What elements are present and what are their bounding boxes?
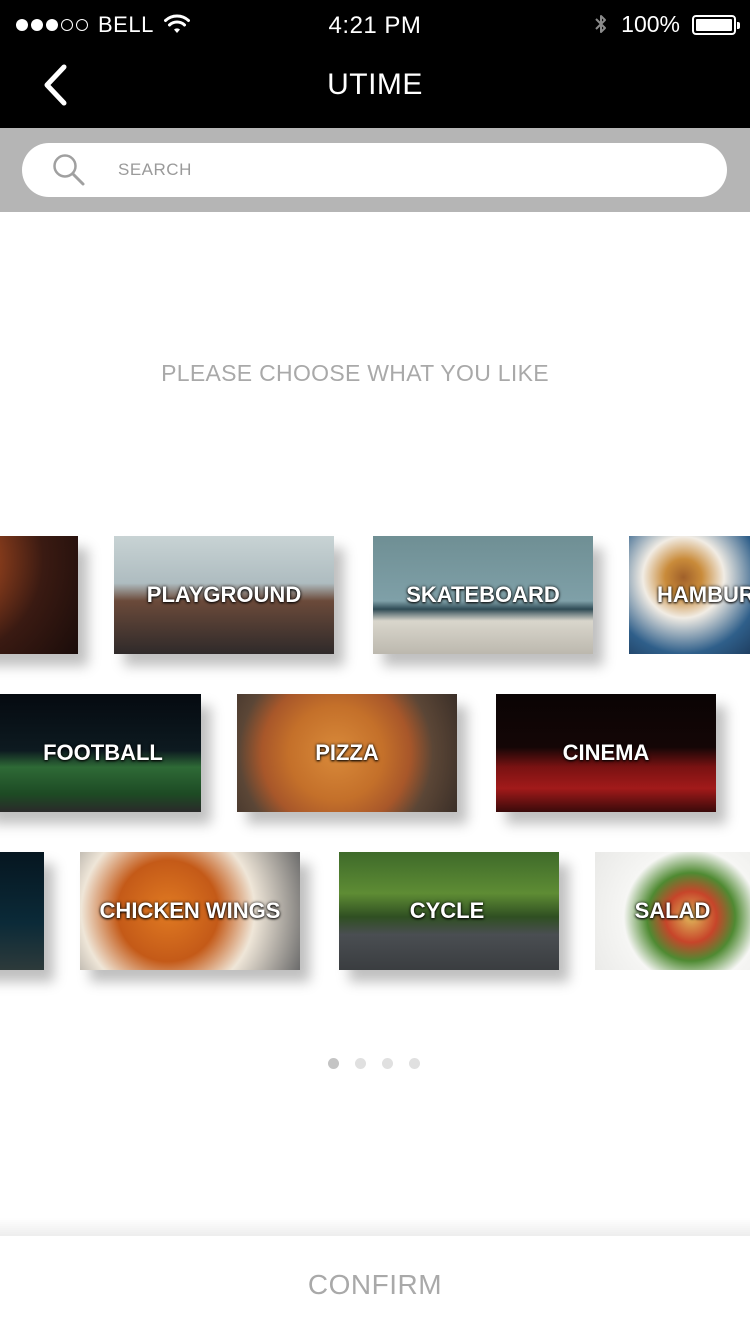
category-label: CYCLE bbox=[409, 898, 485, 923]
category-label: HAMBURGER bbox=[657, 582, 750, 607]
category-tile-night[interactable] bbox=[0, 852, 44, 970]
category-tile-playground[interactable]: PLAYGROUND bbox=[114, 536, 334, 654]
category-label: CINEMA bbox=[562, 740, 650, 765]
category-image bbox=[0, 852, 44, 970]
page-dot[interactable] bbox=[382, 1058, 393, 1069]
category-tile-cycle[interactable]: CYCLE bbox=[339, 852, 559, 970]
category-tile-bar[interactable] bbox=[0, 536, 78, 654]
category-label: PLAYGROUND bbox=[146, 582, 302, 607]
category-tile-cinema[interactable]: CINEMA bbox=[496, 694, 716, 812]
category-tile-skateboard[interactable]: SKATEBOARD bbox=[373, 536, 593, 654]
category-label: SKATEBOARD bbox=[406, 582, 560, 607]
screen: BELL 4:21 PM 100% UTIME SEARCH PLEASE CH… bbox=[0, 0, 750, 1334]
confirm-divider bbox=[0, 1218, 750, 1238]
page-dot[interactable] bbox=[409, 1058, 420, 1069]
battery-icon bbox=[692, 14, 740, 35]
search-box[interactable] bbox=[22, 143, 727, 197]
category-tile-pizza[interactable]: PIZZA bbox=[237, 694, 457, 812]
page-title: UTIME bbox=[327, 68, 423, 101]
category-image bbox=[0, 536, 78, 654]
page-dot[interactable] bbox=[355, 1058, 366, 1069]
navigation-bar: UTIME bbox=[0, 52, 750, 128]
status-bar: BELL 4:21 PM 100% bbox=[0, 0, 750, 52]
search-input[interactable] bbox=[118, 143, 698, 197]
page-indicator bbox=[328, 1058, 420, 1069]
category-label: FOOTBALL bbox=[43, 740, 163, 765]
category-label: PIZZA bbox=[315, 740, 379, 765]
search-bar-container bbox=[0, 128, 750, 212]
battery-percent: 100% bbox=[621, 11, 680, 37]
category-tile-chicken-wings[interactable]: CHICKEN WINGS bbox=[80, 852, 300, 970]
category-label: CHICKEN WINGS bbox=[99, 898, 281, 923]
choose-prompt: PLEASE CHOOSE WHAT YOU LIKE bbox=[161, 360, 549, 386]
status-bar-right: 100% bbox=[593, 11, 740, 38]
category-label: SALAD bbox=[634, 898, 711, 923]
category-tile-hamburger[interactable]: HAMBURGER bbox=[629, 536, 750, 654]
category-tile-salad[interactable]: SALAD bbox=[595, 852, 750, 970]
page-dot[interactable] bbox=[328, 1058, 339, 1069]
search-icon bbox=[53, 154, 85, 186]
category-tile-football[interactable]: FOOTBALL bbox=[0, 694, 201, 812]
confirm-button[interactable]: CONFIRM bbox=[0, 1236, 750, 1334]
bluetooth-icon bbox=[595, 14, 607, 33]
